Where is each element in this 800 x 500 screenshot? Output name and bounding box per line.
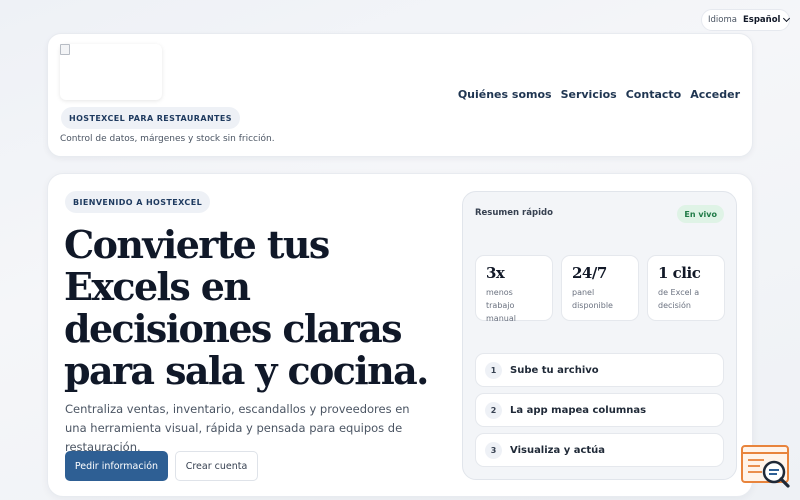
step-item: 3 Visualiza y actúa — [475, 433, 724, 467]
summary-panel: Resumen rápido En vivo 3x menos trabajo … — [462, 191, 737, 480]
summary-title: Resumen rápido — [475, 208, 553, 218]
stat-value: 3x — [486, 264, 505, 282]
live-badge: En vivo — [677, 205, 724, 223]
language-selected: Español — [742, 15, 781, 25]
stat-label: menos trabajo manual — [486, 288, 516, 323]
welcome-badge: BIENVENIDO A HOSTEXCEL — [65, 191, 211, 213]
language-label: Idioma — [708, 15, 737, 25]
site-header: HOSTEXCEL PARA RESTAURANTES Control de d… — [47, 33, 753, 157]
help-widget-button[interactable] — [740, 443, 792, 489]
document-search-icon — [741, 445, 790, 488]
brand-badge: HOSTEXCEL PARA RESTAURANTES — [61, 107, 240, 129]
nav-item-about[interactable]: Quiénes somos — [458, 88, 552, 101]
step-item: 1 Sube tu archivo — [475, 353, 724, 387]
nav-item-login[interactable]: Acceder — [690, 88, 740, 101]
step-number: 1 — [485, 361, 502, 379]
stat-card: 24/7 panel disponible — [561, 255, 639, 321]
step-label: Sube tu archivo — [510, 364, 599, 376]
stat-card: 3x menos trabajo manual — [475, 255, 553, 323]
chevron-down-icon — [783, 14, 791, 23]
stat-card: 1 clic de Excel a decisión — [647, 255, 725, 321]
language-switcher[interactable]: Idioma Español — [701, 9, 791, 31]
logo[interactable] — [60, 44, 162, 100]
nav-item-services[interactable]: Servicios — [561, 88, 617, 101]
tagline: Control de datos, márgenes y stock sin f… — [60, 134, 275, 144]
steps-list: 1 Sube tu archivo 2 La app mapea columna… — [475, 353, 724, 467]
step-label: Visualiza y actúa — [510, 444, 606, 456]
step-label: La app mapea columnas — [510, 404, 647, 416]
stat-label: panel disponible — [572, 288, 613, 310]
stat-value: 1 clic — [658, 264, 701, 282]
step-number: 3 — [485, 441, 502, 459]
stat-label: de Excel a decisión — [658, 288, 700, 310]
main-nav: Quiénes somos Servicios Contacto Acceder — [458, 88, 740, 101]
step-item: 2 La app mapea columnas — [475, 393, 724, 427]
hero-headline: Convierte tus Excels en decisiones clara… — [64, 222, 429, 393]
create-account-button[interactable]: Crear cuenta — [175, 451, 258, 481]
stat-value: 24/7 — [572, 264, 607, 282]
hero-subtext: Centraliza ventas, inventario, escandall… — [65, 402, 410, 454]
step-number: 2 — [485, 401, 502, 419]
broken-image-icon — [60, 44, 70, 55]
request-info-button[interactable]: Pedir información — [65, 451, 168, 481]
language-select[interactable]: Español — [742, 14, 791, 25]
nav-item-contact[interactable]: Contacto — [626, 88, 681, 101]
hero-section: BIENVENIDO A HOSTEXCEL Convierte tus Exc… — [47, 173, 753, 497]
stats-row: 3x menos trabajo manual 24/7 panel dispo… — [475, 255, 725, 323]
